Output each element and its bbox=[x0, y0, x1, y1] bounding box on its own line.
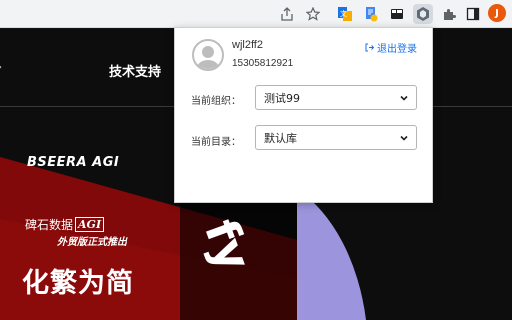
dir-select-value: 默认库 bbox=[264, 131, 297, 145]
sub-brand: 外贸版正式推出 bbox=[57, 237, 127, 248]
browser-toolbar: 文 J bbox=[0, 0, 512, 28]
hero-slogan: 化繁为简 bbox=[22, 268, 134, 299]
logout-button[interactable]: 退出登录 bbox=[365, 40, 417, 55]
user-phone: 15305812921 bbox=[232, 58, 294, 69]
star-icon[interactable] bbox=[303, 4, 323, 24]
cn-brand: 碑石数据 AGI bbox=[25, 216, 105, 233]
logout-icon bbox=[365, 43, 374, 52]
org-select[interactable]: 测试99 bbox=[255, 85, 417, 110]
user-avatar bbox=[192, 39, 224, 71]
svg-text:文: 文 bbox=[340, 9, 347, 18]
user-name: wjl2ff2 bbox=[232, 39, 263, 51]
extension-translate-icon[interactable]: 文 bbox=[335, 4, 355, 24]
cn-brand-name: 碑石数据 bbox=[25, 218, 74, 232]
user-silhouette-icon bbox=[197, 46, 219, 69]
dir-select[interactable]: 默认库 bbox=[255, 125, 417, 150]
chevron-down-icon bbox=[400, 95, 408, 101]
logout-label: 退出登录 bbox=[377, 44, 417, 55]
share-icon[interactable] bbox=[277, 4, 297, 24]
brand-logo-text: BSEERA AGI bbox=[27, 155, 120, 170]
nav-arrow-icon: › bbox=[0, 62, 2, 73]
extension-bseera-icon[interactable] bbox=[413, 4, 433, 24]
dir-label: 当前目录： bbox=[191, 137, 241, 148]
extension-board-icon[interactable] bbox=[387, 4, 407, 24]
org-select-value: 测试99 bbox=[264, 91, 300, 105]
puzzle-icon[interactable] bbox=[439, 4, 459, 24]
nav-item-support[interactable]: 技术支持 bbox=[109, 61, 161, 80]
chevron-down-icon bbox=[400, 135, 408, 141]
extension-doc-icon[interactable] bbox=[361, 4, 381, 24]
profile-avatar[interactable]: J bbox=[488, 4, 506, 22]
extension-popup: wjl2ff2 15305812921 退出登录 当前组织： 测试99 当前目录… bbox=[174, 27, 433, 203]
cn-brand-badge: AGI bbox=[75, 217, 105, 232]
sidepanel-icon[interactable] bbox=[463, 4, 483, 24]
org-label: 当前组织： bbox=[191, 96, 241, 107]
